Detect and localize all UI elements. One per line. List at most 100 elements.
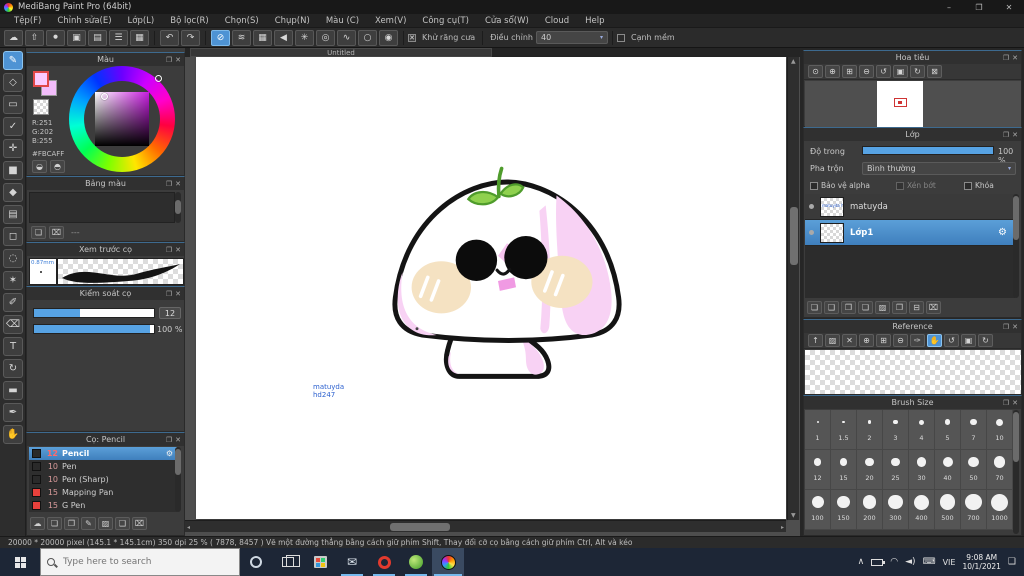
menu-item[interactable]: Bộ lọc(R)	[162, 16, 217, 26]
popout-icon[interactable]: ❐	[1003, 323, 1009, 331]
menu-item[interactable]: Xem(V)	[367, 16, 414, 26]
merge-layer-button[interactable]: ⊟	[909, 301, 924, 314]
taskbar-search[interactable]	[40, 548, 240, 576]
close-icon[interactable]: ✕	[175, 246, 181, 254]
gear-icon[interactable]: ⚙	[998, 227, 1007, 238]
lock-checkbox[interactable]	[964, 181, 972, 190]
language-indicator[interactable]: VIE	[943, 558, 956, 567]
rotate-left-button[interactable]: ↺	[944, 334, 959, 347]
brush-folder-button[interactable]: ▨	[98, 517, 113, 530]
close-icon[interactable]: ✕	[175, 56, 181, 64]
brush-size-cell[interactable]: 500	[935, 490, 961, 530]
add-brush-menu-button[interactable]: ❐	[64, 517, 79, 530]
eraser-stick-tool-icon[interactable]: ▬	[3, 381, 23, 400]
brush-size-cell[interactable]: 3	[883, 410, 909, 450]
brush-size-cell[interactable]: 7	[961, 410, 987, 450]
menu-item[interactable]: Lớp(L)	[120, 16, 163, 26]
palette-mode-button[interactable]: ◒	[32, 160, 47, 173]
close-icon[interactable]: ✕	[1012, 323, 1018, 331]
minimize-button[interactable]: –	[934, 0, 964, 14]
brush-size-cell[interactable]: 1	[805, 410, 831, 450]
popout-icon[interactable]: ❐	[166, 180, 172, 188]
soft-edge-checkbox[interactable]	[616, 33, 625, 42]
popout-icon[interactable]: ❐	[166, 436, 172, 444]
brush-size-cell[interactable]: 100	[805, 490, 831, 530]
opera-button[interactable]	[368, 548, 400, 576]
visibility-icon[interactable]	[809, 204, 814, 209]
menu-item[interactable]: Chụp(N)	[267, 16, 318, 26]
new-1bit-layer-button[interactable]: ❒	[841, 301, 856, 314]
hand-button[interactable]: ✋	[927, 334, 942, 347]
add-palette-button[interactable]: ❏	[31, 226, 46, 239]
layer-folder-button[interactable]: ▨	[875, 301, 890, 314]
zoom-in-button[interactable]: ⊕	[825, 65, 840, 78]
brush-size-slider[interactable]	[33, 308, 155, 318]
shape-fill-tool-icon[interactable]: ■	[3, 161, 23, 180]
download-brush-button[interactable]: ☁	[30, 517, 45, 530]
brush-size-cell[interactable]: 20	[857, 450, 883, 490]
layer-opacity-slider[interactable]	[862, 146, 994, 155]
brush-row[interactable]: 12 Pencil ⚙	[29, 447, 177, 460]
volume-icon[interactable]: ◄)	[905, 557, 915, 567]
close-icon[interactable]: ✕	[175, 290, 181, 298]
brush-opacity-slider[interactable]	[33, 324, 155, 334]
palette-list[interactable]	[29, 192, 175, 223]
vertical-scrollbar[interactable]: ▲ ▼	[787, 57, 799, 520]
snap-concentric-icon[interactable]: ◎	[316, 29, 335, 46]
document-icon[interactable]: ▤	[88, 29, 107, 46]
snap-ellipse-icon[interactable]: ○	[358, 29, 377, 46]
blend-dropdown[interactable]: Bình thường ▾	[862, 162, 1016, 175]
store-button[interactable]	[304, 548, 336, 576]
menu-item[interactable]: Tệp(F)	[6, 16, 49, 26]
brush-size-cell[interactable]: 1.5	[831, 410, 857, 450]
battery-icon[interactable]	[871, 558, 886, 566]
start-button[interactable]	[0, 548, 40, 576]
add-layer-menu-button[interactable]: ❏	[858, 301, 873, 314]
clipping-checkbox[interactable]	[896, 181, 904, 190]
duplicate-layer-button[interactable]: ❐	[892, 301, 907, 314]
undo-icon[interactable]: ↶	[160, 29, 179, 46]
hand-tool-icon[interactable]: ✋	[3, 425, 23, 444]
brush-size-cell[interactable]: 10	[987, 410, 1013, 450]
layer-scrollbar[interactable]	[1013, 194, 1019, 298]
brush-size-cell[interactable]: 150	[831, 490, 857, 530]
protect-alpha-checkbox[interactable]	[810, 181, 818, 190]
eraser-tool-icon[interactable]: ◇	[3, 73, 23, 92]
hue-picker-handle[interactable]	[155, 75, 162, 82]
saturation-square[interactable]	[95, 92, 149, 146]
snap-grid-icon[interactable]: ▦	[253, 29, 272, 46]
scroll-down-icon[interactable]: ▼	[791, 512, 796, 519]
text-tool-icon[interactable]: T	[3, 337, 23, 356]
comment-icon[interactable]: ⚫	[46, 29, 65, 46]
menu-item[interactable]: Chỉnh sửa(E)	[49, 16, 119, 26]
eyedropper-button[interactable]: ✑	[910, 334, 925, 347]
open-file-button[interactable]: ▨	[825, 334, 840, 347]
scrollbar-handle[interactable]	[1013, 412, 1019, 462]
mail-button[interactable]: ✉	[336, 548, 368, 576]
popout-icon[interactable]: ❐	[1003, 399, 1009, 407]
new-layer-button[interactable]: ❏	[807, 301, 822, 314]
brush-size-scrollbar[interactable]	[1013, 410, 1019, 534]
brush-size-cell[interactable]: 40	[935, 450, 961, 490]
transparent-color-swatch[interactable]	[33, 99, 49, 115]
brush-size-cell[interactable]: 50	[961, 450, 987, 490]
visibility-icon[interactable]	[809, 230, 814, 235]
eyedropper-tool-icon[interactable]: ✒	[3, 403, 23, 422]
zoom-actual-button[interactable]: ⊙	[808, 65, 823, 78]
clock[interactable]: 9:08 AM 10/1/2021	[962, 553, 1000, 571]
canvas-page[interactable]: matuyda hd247	[196, 57, 786, 519]
scrollbar-handle[interactable]	[1013, 196, 1019, 240]
redo-icon[interactable]: ↷	[181, 29, 200, 46]
popout-icon[interactable]: ❐	[166, 246, 172, 254]
brush-size-cell[interactable]: 1000	[987, 490, 1013, 530]
anti-alias-checkbox[interactable]: ✕	[408, 33, 416, 42]
wifi-icon[interactable]: ◠	[890, 557, 898, 567]
brush-size-cell[interactable]: 25	[883, 450, 909, 490]
rotate-right-button[interactable]: ↻	[910, 65, 925, 78]
brush-size-cell[interactable]: 30	[909, 450, 935, 490]
saturation-picker-handle[interactable]	[101, 93, 108, 100]
brush-size-cell[interactable]: 2	[857, 410, 883, 450]
brush-size-cell[interactable]: 700	[961, 490, 987, 530]
brush-size-cell[interactable]: 5	[935, 410, 961, 450]
delete-palette-button[interactable]: ⌧	[49, 226, 64, 239]
